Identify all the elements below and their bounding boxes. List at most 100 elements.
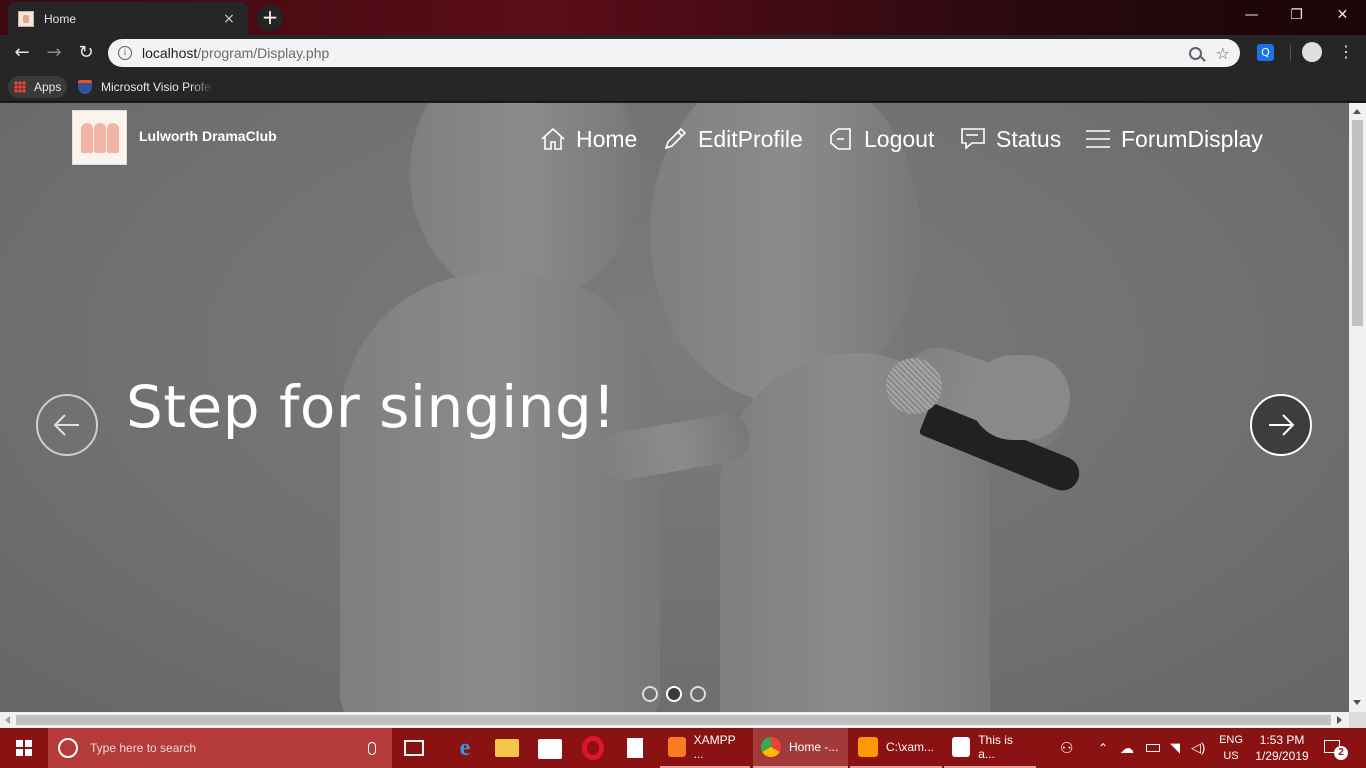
- nav-label: Status: [996, 125, 1062, 152]
- reload-button[interactable]: ↻: [72, 39, 100, 67]
- bookmark-apps[interactable]: Apps: [8, 76, 68, 98]
- profile-avatar-icon[interactable]: [1302, 42, 1322, 62]
- file-explorer-icon[interactable]: [495, 739, 519, 757]
- slider-dot-1[interactable]: [642, 686, 658, 702]
- bookmark-star-icon[interactable]: ☆: [1216, 44, 1230, 63]
- taskbar-app-label: XAMPP ...: [693, 733, 736, 761]
- taskbar-app-notepad[interactable]: This is a...: [944, 728, 1036, 768]
- taskbar-app-label: C:\xam...: [885, 740, 934, 754]
- tab-title: Home: [44, 11, 77, 26]
- site-info-icon[interactable]: i: [118, 46, 132, 60]
- bookmark-visio[interactable]: Microsoft Visio Professional: [78, 76, 213, 98]
- action-center-button[interactable]: 2: [1320, 728, 1350, 768]
- start-button[interactable]: [0, 728, 48, 768]
- wifi-icon[interactable]: ◥: [1170, 728, 1180, 768]
- pencil-icon: [664, 127, 687, 150]
- taskbar-search-box[interactable]: Type here to search: [48, 728, 392, 768]
- scrollbar-corner: [1349, 712, 1366, 728]
- visio-icon: [78, 80, 92, 94]
- site-brand[interactable]: Lulworth DramaClub: [139, 128, 277, 144]
- nav-label: EditProfile: [698, 125, 803, 152]
- browser-tab-home[interactable]: Home ×: [8, 2, 248, 35]
- apps-grid-icon: [14, 81, 26, 93]
- vertical-scrollbar[interactable]: [1349, 103, 1366, 712]
- site-logo[interactable]: [72, 110, 127, 165]
- document-icon[interactable]: [627, 738, 643, 758]
- lang-region: US: [1223, 750, 1239, 762]
- tab-close-icon[interactable]: ×: [220, 11, 238, 27]
- notepad-icon: [952, 737, 971, 757]
- maximize-button[interactable]: ❐: [1274, 0, 1319, 30]
- arrow-right-icon: [1269, 414, 1295, 436]
- nav-editprofile[interactable]: EditProfile: [662, 123, 803, 155]
- address-bar[interactable]: i localhost /program/Display.php ☆: [108, 39, 1240, 67]
- horizontal-scrollbar[interactable]: [0, 712, 1349, 728]
- close-window-button[interactable]: ✕: [1320, 0, 1365, 30]
- browser-menu-icon[interactable]: ⋮: [1338, 41, 1354, 63]
- url-host: localhost: [142, 45, 198, 61]
- battery-icon[interactable]: [1146, 728, 1160, 768]
- taskbar-app-chrome[interactable]: Home -...: [753, 728, 848, 768]
- arrow-left-icon: [53, 414, 79, 436]
- url-path: /program/Display.php: [197, 45, 330, 61]
- taskbar-app-label: Home -...: [789, 740, 839, 754]
- nav-logout[interactable]: Logout: [828, 123, 934, 155]
- opera-icon[interactable]: [582, 736, 604, 760]
- extension-icon[interactable]: Q: [1257, 44, 1274, 61]
- windows-logo-icon: [16, 740, 32, 756]
- nav-label: ForumDisplay: [1121, 125, 1263, 152]
- microphone-icon[interactable]: [368, 741, 376, 755]
- browser-titlebar: Home × + — ❐ ✕: [0, 0, 1366, 35]
- scroll-left-arrow-icon[interactable]: [5, 716, 10, 724]
- forward-button[interactable]: →: [40, 39, 68, 67]
- taskbar-clock[interactable]: 1:53 PM 1/29/2019: [1250, 728, 1314, 768]
- browser-toolbar: ← → ↻ i localhost /program/Display.php ☆…: [0, 35, 1366, 71]
- volume-icon[interactable]: ◁): [1191, 728, 1205, 768]
- chrome-icon: [761, 737, 781, 757]
- edge-icon[interactable]: e: [453, 736, 477, 760]
- lang-code: ENG: [1219, 734, 1243, 746]
- comment-icon: [961, 128, 985, 150]
- nav-home[interactable]: Home: [540, 123, 637, 155]
- bookmark-label: Microsoft Visio Professional: [101, 80, 213, 94]
- slider-indicators: [642, 686, 706, 702]
- input-language[interactable]: ENG US: [1216, 728, 1246, 768]
- scroll-up-arrow-icon[interactable]: [1353, 109, 1361, 114]
- store-icon[interactable]: [538, 739, 562, 759]
- tray-chevron-up-icon[interactable]: ⌃: [1098, 728, 1108, 768]
- zoom-icon[interactable]: [1188, 46, 1202, 60]
- horizontal-scroll-thumb[interactable]: [16, 715, 1331, 725]
- back-button[interactable]: ←: [8, 39, 36, 67]
- clock-date: 1/29/2019: [1255, 749, 1309, 763]
- bookmark-label: Apps: [34, 80, 62, 94]
- people-icon[interactable]: ⚇: [1060, 728, 1073, 768]
- slider-prev-button[interactable]: [36, 394, 98, 456]
- slide-headline: Step for singing!: [126, 373, 617, 441]
- vertical-scroll-thumb[interactable]: [1352, 120, 1363, 326]
- onedrive-cloud-icon[interactable]: ☁: [1120, 728, 1134, 768]
- nav-status[interactable]: Status: [960, 123, 1061, 155]
- taskbar-app-label: This is a...: [978, 733, 1013, 761]
- taskbar-app-sublime[interactable]: C:\xam...: [850, 728, 942, 768]
- xampp-icon: [668, 737, 686, 757]
- home-icon: [541, 127, 565, 150]
- scroll-right-arrow-icon[interactable]: [1337, 716, 1342, 724]
- new-tab-button[interactable]: +: [257, 5, 283, 31]
- slider-next-button[interactable]: [1250, 394, 1312, 456]
- sublime-text-icon: [858, 737, 878, 757]
- page-viewport: Lulworth DramaClub Home EditProfile Logo…: [0, 103, 1349, 712]
- list-icon: [1086, 130, 1110, 148]
- logout-icon: [830, 128, 851, 150]
- scroll-down-arrow-icon[interactable]: [1353, 700, 1361, 705]
- slider-dot-2[interactable]: [666, 686, 682, 702]
- bookmarks-bar: Apps Microsoft Visio Professional: [0, 71, 1366, 102]
- taskbar-app-xampp[interactable]: XAMPP ...: [660, 728, 750, 768]
- slider-dot-3[interactable]: [690, 686, 706, 702]
- toolbar-divider: [1290, 45, 1291, 61]
- task-view-icon[interactable]: [404, 740, 424, 756]
- notification-badge: 2: [1334, 746, 1348, 760]
- minimize-button[interactable]: —: [1229, 0, 1274, 30]
- search-placeholder: Type here to search: [90, 741, 197, 755]
- address-bar-actions: ☆: [1188, 44, 1230, 63]
- nav-forumdisplay[interactable]: ForumDisplay: [1085, 123, 1263, 155]
